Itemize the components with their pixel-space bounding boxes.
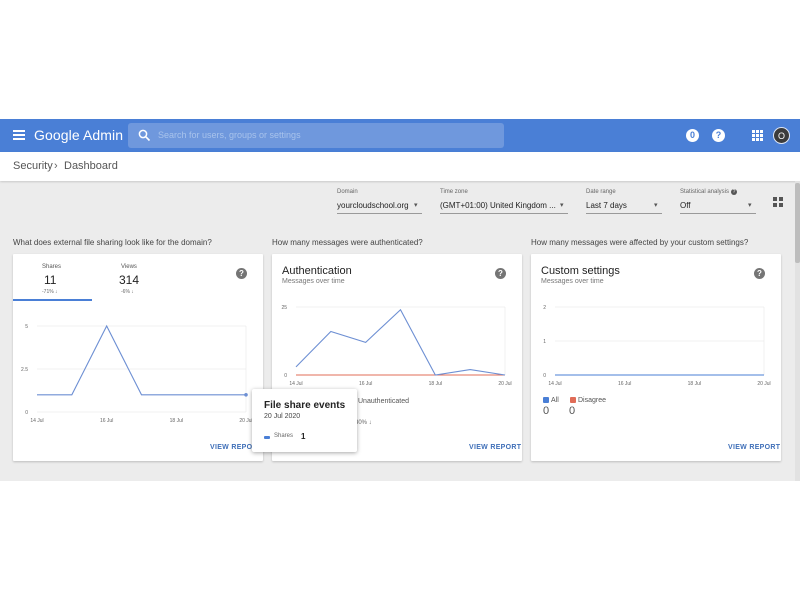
- y-tick-label: 2.5: [21, 367, 28, 373]
- hover-point: [244, 393, 248, 397]
- search-box[interactable]: Search for users, groups or settings: [128, 123, 504, 148]
- brand-title[interactable]: Google Admin: [34, 127, 123, 143]
- tooltip-series-value: 1: [301, 432, 306, 441]
- domain-filter-value[interactable]: yourcloudschool.org: [337, 201, 409, 210]
- timezone-filter[interactable]: Time zone (GMT+01:00) United Kingdom ...…: [440, 189, 568, 214]
- hamburger-menu-icon[interactable]: [13, 130, 25, 140]
- breadcrumb: Security › Dashboard: [0, 152, 800, 181]
- caret-down-icon: ▾: [748, 202, 752, 209]
- domain-filter-label: Domain: [337, 189, 358, 195]
- legend-all-label: All: [551, 397, 559, 404]
- authentication-question: How many messages were authenticated?: [272, 238, 423, 247]
- y-tick-label: 25: [281, 305, 287, 311]
- x-tick-label: 18 Jul: [429, 381, 442, 387]
- timezone-filter-value[interactable]: (GMT+01:00) United Kingdom ...: [440, 201, 556, 210]
- custom-settings-question: How many messages were affected by your …: [531, 238, 749, 247]
- y-tick-label: 1: [543, 339, 546, 345]
- custom-settings-card: Custom settings Messages over time ? 012…: [531, 254, 781, 461]
- legend-all-value: 0: [543, 405, 550, 417]
- series-line: [295, 308, 506, 376]
- timezone-filter-label: Time zone: [440, 189, 468, 195]
- legend-disagree-label: Disagree: [578, 397, 607, 404]
- checkbox-checked-icon[interactable]: [570, 397, 576, 403]
- caret-down-icon: ▾: [414, 202, 418, 209]
- statistical-analysis-filter[interactable]: Statistical analysis? Off ▾: [680, 189, 756, 214]
- x-tick-label: 16 Jul: [618, 381, 631, 387]
- x-tick-label: 14 Jul: [30, 418, 43, 424]
- y-tick-label: 5: [25, 324, 28, 330]
- legend-disagree[interactable]: Disagree: [570, 397, 606, 404]
- view-report-button[interactable]: VIEW REPORT: [469, 444, 521, 451]
- legend-unauthenticated: Unauthenticated: [358, 398, 409, 405]
- help-icon[interactable]: ?: [731, 189, 738, 195]
- legend-all[interactable]: All: [543, 397, 559, 404]
- date-range-filter-value[interactable]: Last 7 days: [586, 201, 627, 210]
- date-range-filter-label: Date range: [586, 189, 616, 195]
- x-tick-label: 20 Jul: [239, 418, 252, 424]
- statistical-analysis-value[interactable]: Off: [680, 201, 691, 210]
- x-tick-label: 20 Jul: [757, 381, 770, 387]
- x-tick-label: 16 Jul: [100, 418, 113, 424]
- search-input[interactable]: Search for users, groups or settings: [158, 130, 301, 140]
- view-report-button[interactable]: VIEW REPORT: [728, 444, 780, 451]
- tooltip-series-label: Shares: [274, 433, 294, 439]
- breadcrumb-security[interactable]: Security: [13, 160, 53, 172]
- x-tick-label: 18 Jul: [170, 418, 183, 424]
- caret-down-icon: ▾: [654, 202, 658, 209]
- checkbox-checked-icon[interactable]: [543, 397, 549, 403]
- x-tick-label: 14 Jul: [548, 381, 561, 387]
- y-tick-label: 0: [25, 410, 28, 416]
- avatar[interactable]: O: [773, 127, 790, 144]
- apps-grid-icon[interactable]: [752, 130, 763, 141]
- app-bar: Google Admin Search for users, groups or…: [0, 119, 800, 152]
- domain-filter[interactable]: Domain yourcloudschool.org ▾: [337, 189, 422, 214]
- scrollbar-thumb[interactable]: [795, 183, 800, 263]
- file-sharing-chart: 0 2.5 5 14 Jul 16 Jul 18 Jul 20 Jul: [21, 324, 253, 424]
- x-tick-label: 16 Jul: [359, 381, 372, 387]
- file-sharing-card: Shares 11 -71% ↓ Views 314 -6% ↓ ? 0 2.5 5…: [13, 254, 263, 461]
- statistical-analysis-label: Statistical analysis: [680, 189, 730, 195]
- series-line: [37, 324, 246, 396]
- date-range-filter[interactable]: Date range Last 7 days ▾: [586, 189, 662, 214]
- y-tick-label: 2: [543, 305, 546, 311]
- notifications-icon[interactable]: 0: [686, 129, 699, 142]
- y-tick-label: 0: [543, 373, 546, 379]
- search-icon: [138, 129, 151, 142]
- help-icon[interactable]: ?: [712, 129, 725, 142]
- tooltip-title: File share events: [264, 400, 346, 411]
- y-tick-label: 0: [284, 373, 287, 379]
- admin-console-frame: Google Admin Search for users, groups or…: [0, 119, 800, 481]
- caret-down-icon: ▾: [560, 202, 564, 209]
- dashboard-layout-icon[interactable]: [773, 197, 783, 207]
- legend-unauthenticated-value: 30% ↓: [355, 420, 372, 426]
- legend-disagree-value: 0: [569, 405, 576, 417]
- x-tick-label: 18 Jul: [688, 381, 701, 387]
- file-share-tooltip: File share events 20 Jul 2020 Shares 1: [252, 389, 357, 452]
- tooltip-series-swatch: [264, 436, 270, 439]
- breadcrumb-dashboard: Dashboard: [64, 160, 118, 172]
- x-tick-label: 14 Jul: [289, 381, 302, 387]
- tooltip-date: 20 Jul 2020: [264, 413, 301, 420]
- x-tick-label: 20 Jul: [498, 381, 511, 387]
- chevron-right-icon: ›: [54, 160, 58, 172]
- file-sharing-question: What does external file sharing look lik…: [13, 238, 212, 247]
